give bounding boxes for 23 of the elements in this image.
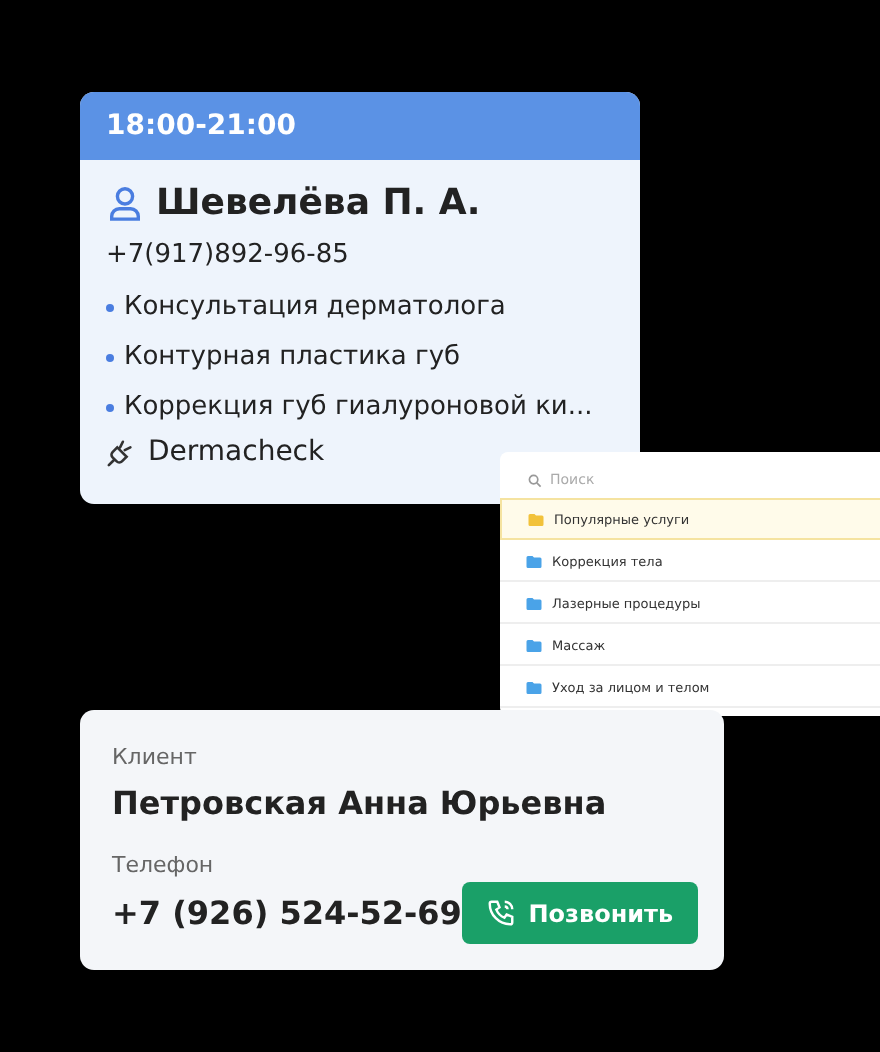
phone-number: +7 (926) 524-52-69	[112, 894, 462, 932]
person-icon	[106, 183, 144, 221]
folder-icon	[526, 681, 542, 693]
field-label: Телефон	[112, 852, 216, 878]
service-item: Консультация дерматолога	[124, 292, 506, 322]
service-item: Контурная пластика губ	[124, 342, 461, 372]
equipment-name: Dermacheck	[148, 436, 325, 468]
search-icon	[528, 473, 542, 487]
client-phone: +7(917)892-96-85	[106, 240, 351, 270]
service-item: Коррекция губ гиалуроновой ки...	[124, 392, 593, 422]
plug-icon	[106, 437, 136, 467]
client-name: Шевелёва П. А.	[156, 181, 481, 223]
time-header: 18:00-21:00	[80, 92, 640, 160]
folder-icon	[526, 639, 542, 651]
bullet-icon	[106, 303, 114, 311]
folder-icon	[526, 555, 542, 567]
phone-icon	[486, 898, 517, 928]
field-label: Клиент	[112, 744, 199, 770]
folder-icon	[526, 597, 542, 609]
bullet-icon	[106, 403, 114, 411]
bullet-icon	[106, 353, 114, 361]
folder-icon	[528, 513, 544, 525]
client-name: Петровская Анна Юрьевна	[112, 784, 609, 822]
